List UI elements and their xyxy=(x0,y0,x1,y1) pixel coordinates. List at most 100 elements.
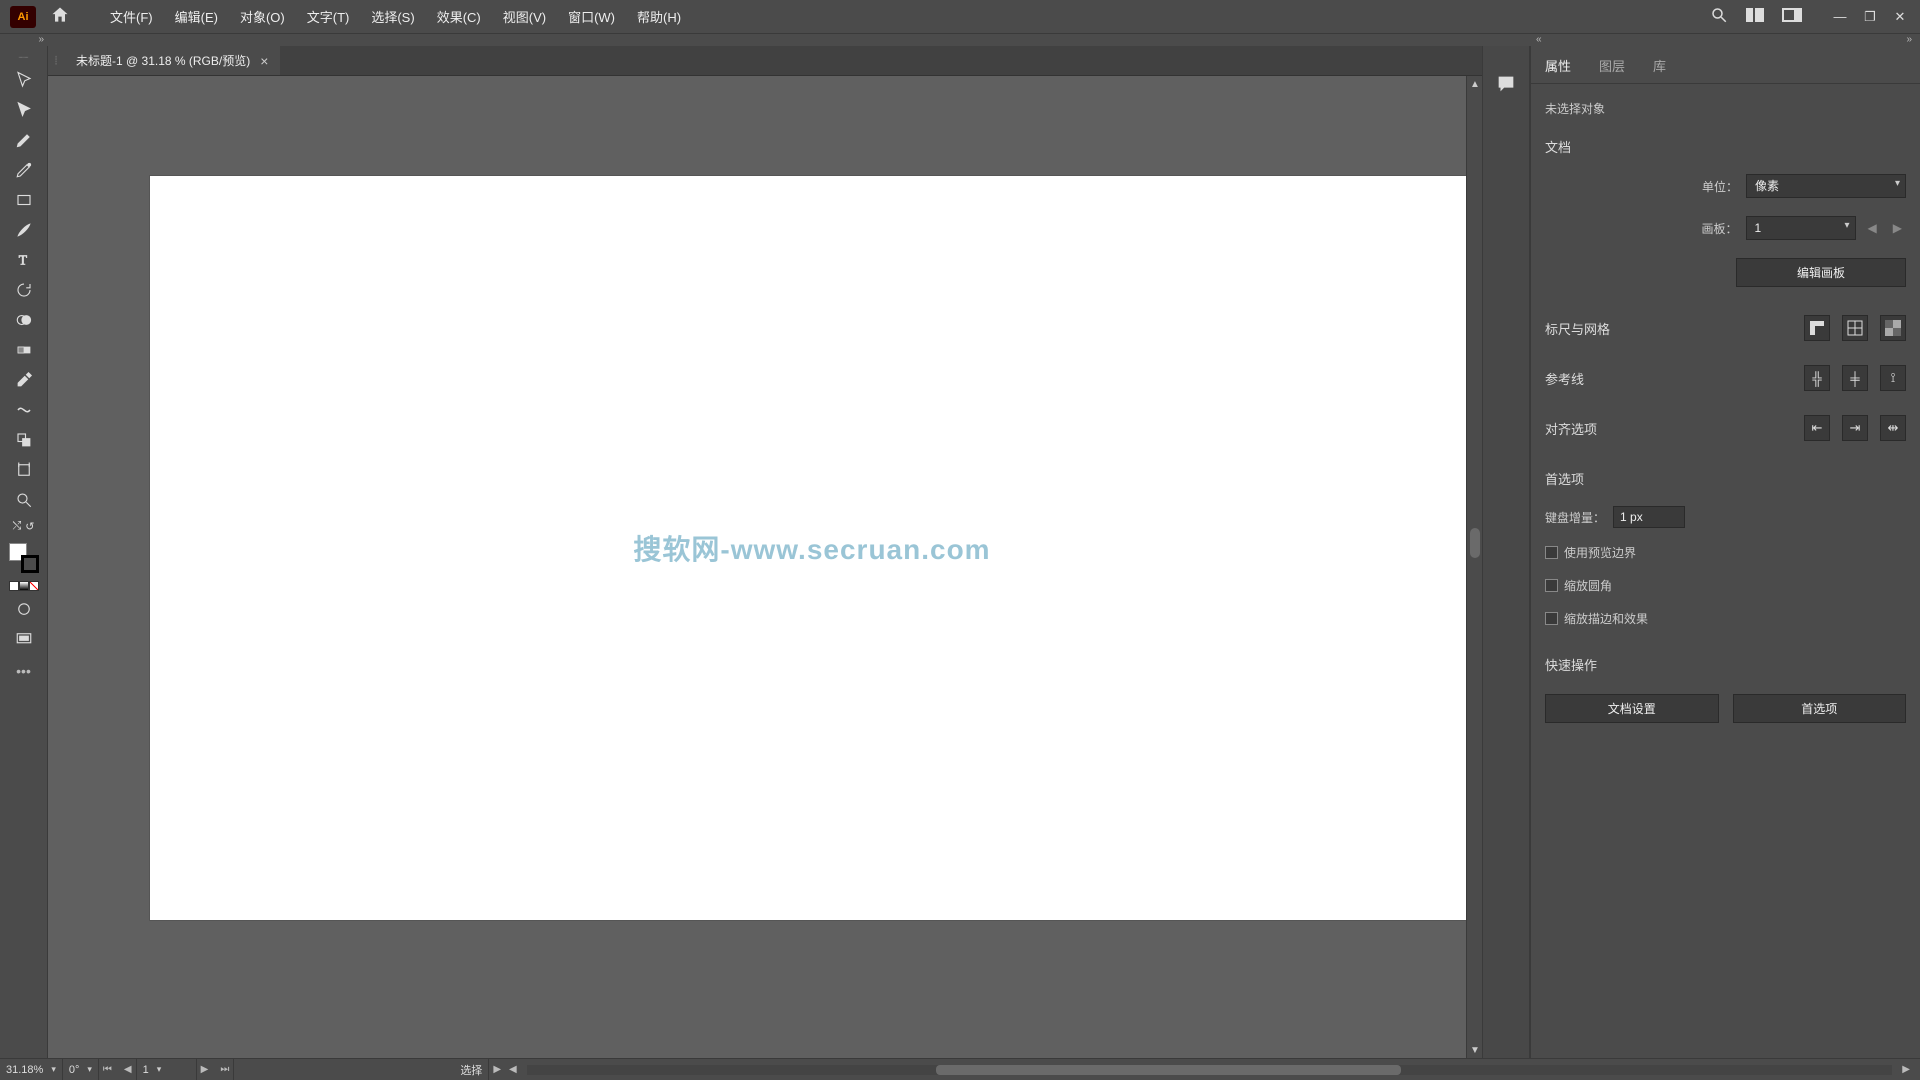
fill-stroke-swatch[interactable] xyxy=(9,543,39,573)
vertical-scrollbar[interactable]: ▲ ▼ xyxy=(1466,76,1482,1058)
toolbox-collapse-chevron[interactable]: » xyxy=(0,34,48,46)
status-bar: 31.18% 0° ⏮ ◀ 1 ▶ ⏭ 选择 ▶ ◀ ▶ xyxy=(0,1058,1920,1080)
scroll-down-icon[interactable]: ▼ xyxy=(1467,1042,1482,1058)
rectangle-tool[interactable] xyxy=(10,188,38,212)
document-tab[interactable]: 未标题-1 @ 31.18 % (RGB/预览) × xyxy=(64,46,280,75)
swap-fill-stroke-icon[interactable]: ⤭ xyxy=(12,520,21,533)
stroke-swatch[interactable] xyxy=(21,555,39,573)
preferences-button[interactable]: 首选项 xyxy=(1733,694,1907,723)
arrange-documents-icon[interactable] xyxy=(1746,8,1764,25)
menu-type[interactable]: 文字(T) xyxy=(297,1,360,32)
tabbar-grip[interactable]: ┊ xyxy=(48,46,64,75)
first-artboard-icon[interactable]: ⏮ xyxy=(99,1064,116,1075)
artboard-nav-select[interactable]: 1 xyxy=(137,1059,197,1080)
no-selection-label: 未选择对象 xyxy=(1545,100,1906,117)
scale-strokes-checkbox[interactable] xyxy=(1545,612,1558,625)
menu-object[interactable]: 对象(O) xyxy=(230,1,295,32)
zoom-tool[interactable] xyxy=(10,488,38,512)
menu-edit[interactable]: 编辑(E) xyxy=(165,1,228,32)
menu-effect[interactable]: 效果(C) xyxy=(427,1,491,32)
gradient-tool[interactable] xyxy=(10,338,38,362)
color-mode-icon[interactable] xyxy=(9,581,19,591)
next-artboard-nav-icon[interactable]: ▶ xyxy=(197,1064,213,1075)
menu-help[interactable]: 帮助(H) xyxy=(627,1,691,32)
section-guides-title: 参考线 xyxy=(1545,369,1584,388)
home-icon[interactable] xyxy=(50,5,70,28)
snap-to-grid-icon[interactable]: ⇥ xyxy=(1842,415,1868,441)
type-tool[interactable]: T xyxy=(10,248,38,272)
vertical-scroll-thumb[interactable] xyxy=(1470,528,1480,558)
gradient-mode-icon[interactable] xyxy=(19,581,29,591)
horizontal-scrollbar[interactable] xyxy=(527,1065,1893,1075)
window-close-button[interactable]: ✕ xyxy=(1890,8,1910,26)
tab-layers[interactable]: 图层 xyxy=(1585,50,1639,83)
transparency-grid-icon[interactable] xyxy=(1880,315,1906,341)
current-tool-label: 选择 xyxy=(454,1059,489,1080)
key-increment-input[interactable] xyxy=(1613,506,1685,528)
watermark-text: 搜软网-www.secruan.com xyxy=(633,528,990,568)
toolbox-grip[interactable]: ┈┈ xyxy=(9,54,39,60)
scale-corners-label: 缩放圆角 xyxy=(1564,577,1612,594)
zoom-level-select[interactable]: 31.18% xyxy=(0,1059,63,1080)
middock-collapse-chevron[interactable]: « xyxy=(1536,34,1542,46)
scale-corners-checkbox[interactable] xyxy=(1545,579,1558,592)
direct-selection-tool[interactable] xyxy=(10,98,38,122)
prev-artboard-nav-icon[interactable]: ◀ xyxy=(120,1064,136,1075)
workspace-switcher-icon[interactable] xyxy=(1782,8,1802,25)
grid-toggle-icon[interactable] xyxy=(1842,315,1868,341)
default-fill-stroke-icon[interactable]: ↺ xyxy=(25,520,34,533)
artboard-select[interactable]: 1 xyxy=(1746,216,1856,240)
tab-libraries[interactable]: 库 xyxy=(1639,50,1680,83)
rotate-view-select[interactable]: 0° xyxy=(63,1059,99,1080)
status-popup-icon[interactable]: ▶ xyxy=(489,1064,505,1075)
menu-window[interactable]: 窗口(W) xyxy=(558,1,625,32)
pen-tool[interactable] xyxy=(10,128,38,152)
rotate-tool[interactable] xyxy=(10,278,38,302)
comments-panel-icon[interactable] xyxy=(1492,70,1520,98)
document-tab-bar: ┊ 未标题-1 @ 31.18 % (RGB/预览) × xyxy=(48,46,1482,76)
edit-toolbar-icon[interactable]: ••• xyxy=(16,663,31,679)
rightpanel-collapse-chevron[interactable]: » xyxy=(1906,34,1912,46)
next-artboard-icon[interactable]: ▶ xyxy=(1889,221,1906,235)
horizontal-scroll-thumb[interactable] xyxy=(936,1065,1400,1075)
svg-text:T: T xyxy=(18,253,27,268)
menu-select[interactable]: 选择(S) xyxy=(361,1,424,32)
draw-mode-icon[interactable] xyxy=(10,597,38,621)
artboard[interactable]: 搜软网-www.secruan.com xyxy=(150,176,1474,920)
none-mode-icon[interactable] xyxy=(29,581,39,591)
hscroll-left-icon[interactable]: ◀ xyxy=(505,1064,521,1075)
prev-artboard-icon[interactable]: ◀ xyxy=(1864,221,1881,235)
preview-bounds-checkbox[interactable] xyxy=(1545,546,1558,559)
paintbrush-tool[interactable] xyxy=(10,218,38,242)
last-artboard-icon[interactable]: ⏭ xyxy=(216,1064,233,1075)
artboard-tool[interactable] xyxy=(10,458,38,482)
snap-to-point-icon[interactable]: ⇤ xyxy=(1804,415,1830,441)
width-tool[interactable] xyxy=(10,398,38,422)
screen-mode-icon[interactable] xyxy=(10,627,38,651)
window-maximize-button[interactable]: ❐ xyxy=(1860,8,1880,26)
edit-artboards-button[interactable]: 编辑画板 xyxy=(1736,258,1906,287)
show-guides-icon[interactable]: ╬ xyxy=(1804,365,1830,391)
canvas-viewport[interactable]: 搜软网-www.secruan.com ▲ ▼ xyxy=(48,76,1482,1058)
eyedropper-tool[interactable] xyxy=(10,368,38,392)
scroll-up-icon[interactable]: ▲ xyxy=(1467,76,1482,92)
hscroll-right-icon[interactable]: ▶ xyxy=(1898,1064,1914,1075)
search-icon[interactable] xyxy=(1710,6,1728,27)
menu-file[interactable]: 文件(F) xyxy=(100,1,163,32)
shaper-tool[interactable] xyxy=(10,428,38,452)
curvature-tool[interactable] xyxy=(10,158,38,182)
close-tab-icon[interactable]: × xyxy=(260,53,268,69)
ruler-toggle-icon[interactable] xyxy=(1804,315,1830,341)
shape-builder-tool[interactable] xyxy=(10,308,38,332)
tab-properties[interactable]: 属性 xyxy=(1531,50,1585,83)
units-select[interactable]: 像素 xyxy=(1746,174,1906,198)
menu-view[interactable]: 视图(V) xyxy=(493,1,556,32)
smart-guides-icon[interactable]: ⟟ xyxy=(1880,365,1906,391)
section-rulers-title: 标尺与网格 xyxy=(1545,319,1610,338)
preview-bounds-label: 使用预览边界 xyxy=(1564,544,1636,561)
lock-guides-icon[interactable]: ╪ xyxy=(1842,365,1868,391)
selection-tool[interactable] xyxy=(10,68,38,92)
align-options-icon[interactable]: ⇹ xyxy=(1880,415,1906,441)
document-setup-button[interactable]: 文档设置 xyxy=(1545,694,1719,723)
window-minimize-button[interactable]: — xyxy=(1830,8,1850,26)
